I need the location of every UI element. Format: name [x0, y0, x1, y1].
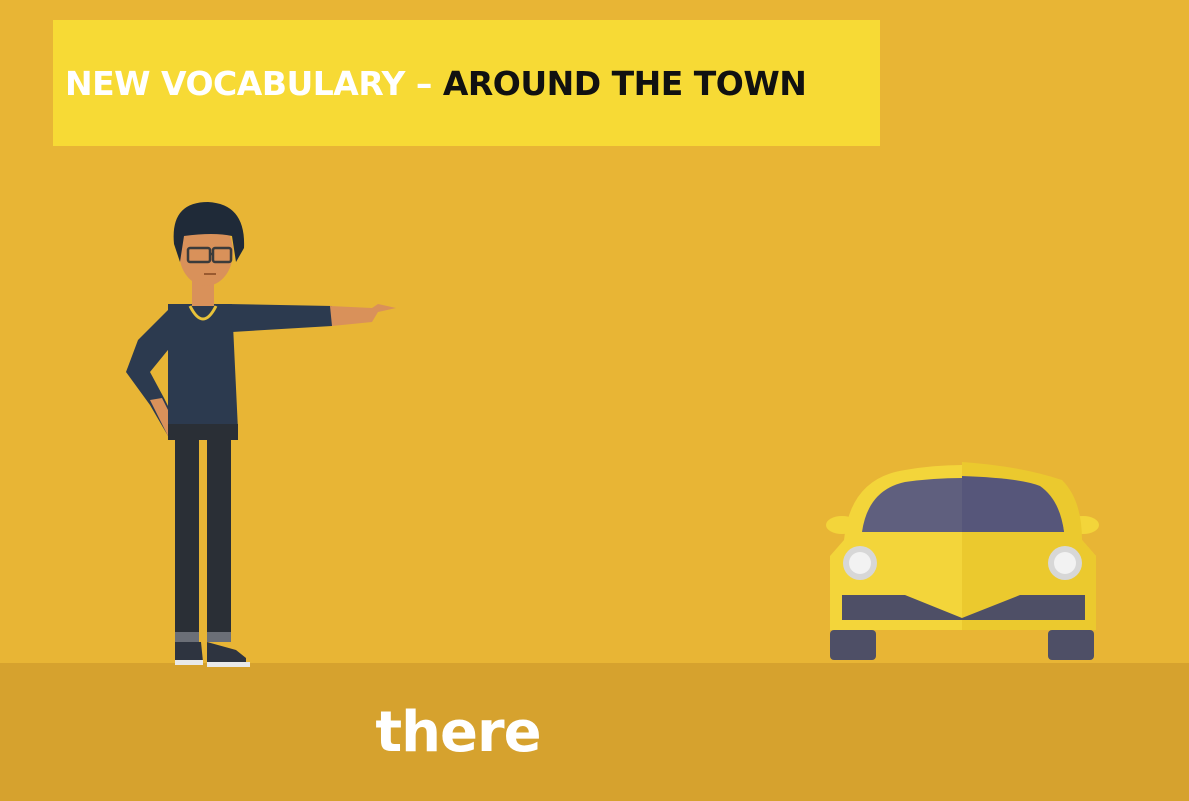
vocabulary-slide: NEW VOCABULARY – AROUND THE TOWN there [0, 0, 1189, 801]
vocabulary-word: there [375, 700, 541, 765]
yellow-car-illustration [826, 462, 1099, 660]
